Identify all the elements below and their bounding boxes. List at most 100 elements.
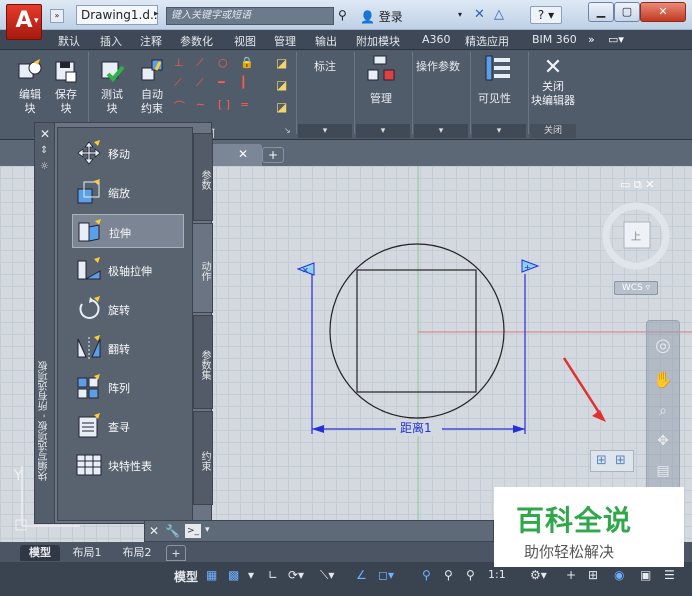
quick-access-expand-icon[interactable]: » bbox=[50, 9, 64, 23]
binoculars-icon[interactable]: ⚲ bbox=[338, 8, 347, 22]
test-block-button[interactable]: 测试 块 bbox=[94, 54, 130, 124]
edit-block-button[interactable]: 编辑 块 bbox=[12, 54, 48, 124]
horizontal-icon[interactable]: ━ bbox=[218, 76, 225, 89]
action-params-panel-expand[interactable]: ▾ bbox=[414, 124, 468, 138]
dimension-label[interactable]: 距离1 bbox=[400, 420, 432, 435]
action-params-title[interactable]: 操作参数 bbox=[416, 58, 460, 74]
command-line-close-icon[interactable]: ✕ bbox=[149, 524, 159, 538]
help-button[interactable]: ? ▾ bbox=[530, 6, 562, 24]
tab-constraints[interactable]: 约束 bbox=[193, 411, 213, 505]
chevron-down-icon[interactable]: ▾ bbox=[458, 10, 462, 19]
coincident-icon[interactable]: ⊥ bbox=[174, 56, 184, 69]
close-block-editor-button[interactable]: ✕ 关闭 块编辑器 bbox=[530, 56, 576, 120]
palette-item-stretch[interactable]: 拉伸 bbox=[72, 214, 184, 248]
palette-item-move[interactable]: 移动 bbox=[72, 136, 184, 170]
palette-item-array[interactable]: 阵列 bbox=[72, 370, 184, 404]
command-line-settings-icon[interactable]: 🔧 bbox=[165, 524, 180, 538]
concentric-icon[interactable]: ○ bbox=[218, 56, 228, 69]
manage-icon[interactable] bbox=[366, 54, 396, 84]
visibility-label[interactable]: 可见性 bbox=[478, 90, 511, 106]
save-block-button[interactable]: 保存 块 bbox=[48, 54, 84, 124]
auto-constrain-button[interactable]: 自动 约束 bbox=[134, 54, 170, 124]
collinear-icon[interactable]: ⟋ bbox=[196, 56, 204, 70]
tab-view[interactable]: 视图 bbox=[234, 33, 256, 49]
polar-tracking-icon[interactable]: ⟳▾ bbox=[288, 568, 304, 582]
lock-icon[interactable]: 🔒 bbox=[240, 56, 254, 69]
palette-item-block-table[interactable]: 块特性表 bbox=[72, 448, 184, 482]
tab-actions[interactable]: 动作 bbox=[193, 223, 213, 313]
hide-constraint-icon[interactable]: ◪ bbox=[276, 78, 287, 92]
visibility-panel-expand[interactable]: ▾ bbox=[472, 124, 526, 138]
workspace-gear-icon[interactable]: ⚙▾ bbox=[530, 568, 547, 582]
object-snap-icon[interactable]: ◻▾ bbox=[378, 568, 394, 582]
wcs-menu[interactable]: WCS ▿ bbox=[614, 281, 658, 295]
constraint-bar-icon[interactable]: ◪ bbox=[276, 100, 287, 114]
command-prompt-icon[interactable]: >_ bbox=[185, 524, 201, 538]
new-layout-button[interactable]: + bbox=[166, 545, 186, 561]
exchange-icon[interactable]: ✕ bbox=[474, 7, 485, 22]
ortho-icon[interactable]: ∟ bbox=[268, 568, 278, 582]
pan-icon[interactable]: ✋ bbox=[647, 370, 679, 389]
ribbon-display-toggle-icon[interactable]: ▭▾ bbox=[608, 33, 624, 46]
palette-close-icon[interactable]: ✕ bbox=[40, 127, 50, 141]
palette-item-flip[interactable]: 翻转 bbox=[72, 331, 184, 365]
minimize-button[interactable]: ▁ bbox=[588, 2, 614, 22]
viewport-close-icon[interactable]: ✕ bbox=[645, 178, 654, 191]
fullscreen-icon[interactable]: ▣ bbox=[640, 568, 651, 582]
more-tabs-icon[interactable]: » bbox=[588, 33, 595, 46]
tab-model[interactable]: 模型 bbox=[20, 545, 60, 561]
isolate-objects-icon[interactable]: ◉ bbox=[614, 568, 624, 582]
tab-parameter-sets[interactable]: 参数集 bbox=[193, 315, 213, 409]
document-tab[interactable] bbox=[210, 144, 262, 166]
parallel-icon[interactable]: ⟋ bbox=[174, 76, 182, 90]
block-tool-buttons[interactable]: ⊞ ⊞ bbox=[590, 450, 634, 472]
orbit-icon[interactable]: ✥ bbox=[647, 433, 679, 449]
scale-readout[interactable]: 1:1 bbox=[488, 568, 506, 581]
palette-item-polar-stretch[interactable]: 极轴拉伸 bbox=[72, 253, 184, 287]
visibility-icon[interactable] bbox=[482, 54, 512, 84]
palette-item-rotate[interactable]: 旋转 bbox=[72, 292, 184, 326]
manage-label[interactable]: 管理 bbox=[370, 90, 392, 106]
close-window-button[interactable]: ✕ bbox=[640, 2, 686, 22]
perpendicular-icon[interactable]: ⟋ bbox=[196, 76, 204, 90]
tab-annotate[interactable]: 注释 bbox=[140, 33, 162, 49]
panel-launcher-icon[interactable]: ↘ bbox=[284, 126, 291, 135]
grid-icon[interactable]: ▦ bbox=[206, 568, 217, 582]
smooth-icon[interactable]: ∼ bbox=[196, 98, 205, 111]
tab-addins[interactable]: 附加模块 bbox=[356, 33, 400, 49]
symmetric-icon[interactable]: [ ] bbox=[218, 98, 230, 111]
search-input[interactable]: 键入关键字或短语 bbox=[166, 7, 334, 25]
tab-parameters[interactable]: 参数 bbox=[193, 133, 213, 221]
login-button[interactable]: 👤 登录 bbox=[360, 8, 403, 25]
new-tab-button[interactable]: + bbox=[262, 147, 284, 163]
tab-default[interactable]: 默认 bbox=[58, 33, 80, 49]
define-attribute-icon[interactable]: ⊞ bbox=[596, 453, 607, 468]
palette-item-lookup[interactable]: 查寻 bbox=[72, 409, 184, 443]
tab-layout2[interactable]: 布局2 bbox=[114, 545, 160, 561]
showmotion-icon[interactable]: ▤ bbox=[647, 463, 679, 479]
tab-featured-apps[interactable]: 精选应用 bbox=[465, 33, 509, 49]
tab-output[interactable]: 输出 bbox=[315, 33, 337, 49]
dimension-panel-title[interactable]: 标注 bbox=[314, 58, 336, 74]
show-constraint-icon[interactable]: ◪ bbox=[276, 56, 287, 70]
tab-a360[interactable]: A360 bbox=[422, 33, 451, 46]
manage-panel-expand[interactable]: ▾ bbox=[356, 124, 410, 138]
command-line[interactable]: ✕ 🔧 >_ ▾ bbox=[144, 520, 494, 542]
annotation-visibility-icon[interactable]: ⚲ bbox=[422, 568, 431, 582]
palette-title-strip[interactable]: ✕ ⇕ ☼ 块编写选项板 - 所有选项板 bbox=[35, 123, 55, 523]
tangent-icon[interactable]: ⌒ bbox=[174, 98, 185, 114]
iso-draft-icon[interactable]: ⟍▾ bbox=[320, 568, 334, 583]
close-tab-icon[interactable]: ✕ bbox=[238, 147, 248, 161]
tab-parametric[interactable]: 参数化 bbox=[180, 33, 213, 49]
tab-bim360[interactable]: BIM 360 bbox=[532, 33, 577, 46]
autodesk-a360-icon[interactable]: △ bbox=[494, 7, 504, 22]
customization-menu-icon[interactable]: ☰ bbox=[664, 568, 675, 582]
auto-scale-icon[interactable]: ⚲ bbox=[444, 568, 453, 582]
zoom-extents-icon[interactable]: ⌕ bbox=[647, 403, 679, 419]
palette-autohide-icon[interactable]: ⇕ bbox=[40, 145, 48, 156]
annotation-scale-icon[interactable]: ⚲ bbox=[466, 568, 475, 582]
dimension-panel-expand[interactable]: ▾ bbox=[298, 124, 352, 138]
vertical-icon[interactable]: ┃ bbox=[240, 76, 247, 89]
square-shape[interactable] bbox=[356, 269, 477, 393]
snap-menu-icon[interactable]: ▾ bbox=[248, 568, 254, 582]
